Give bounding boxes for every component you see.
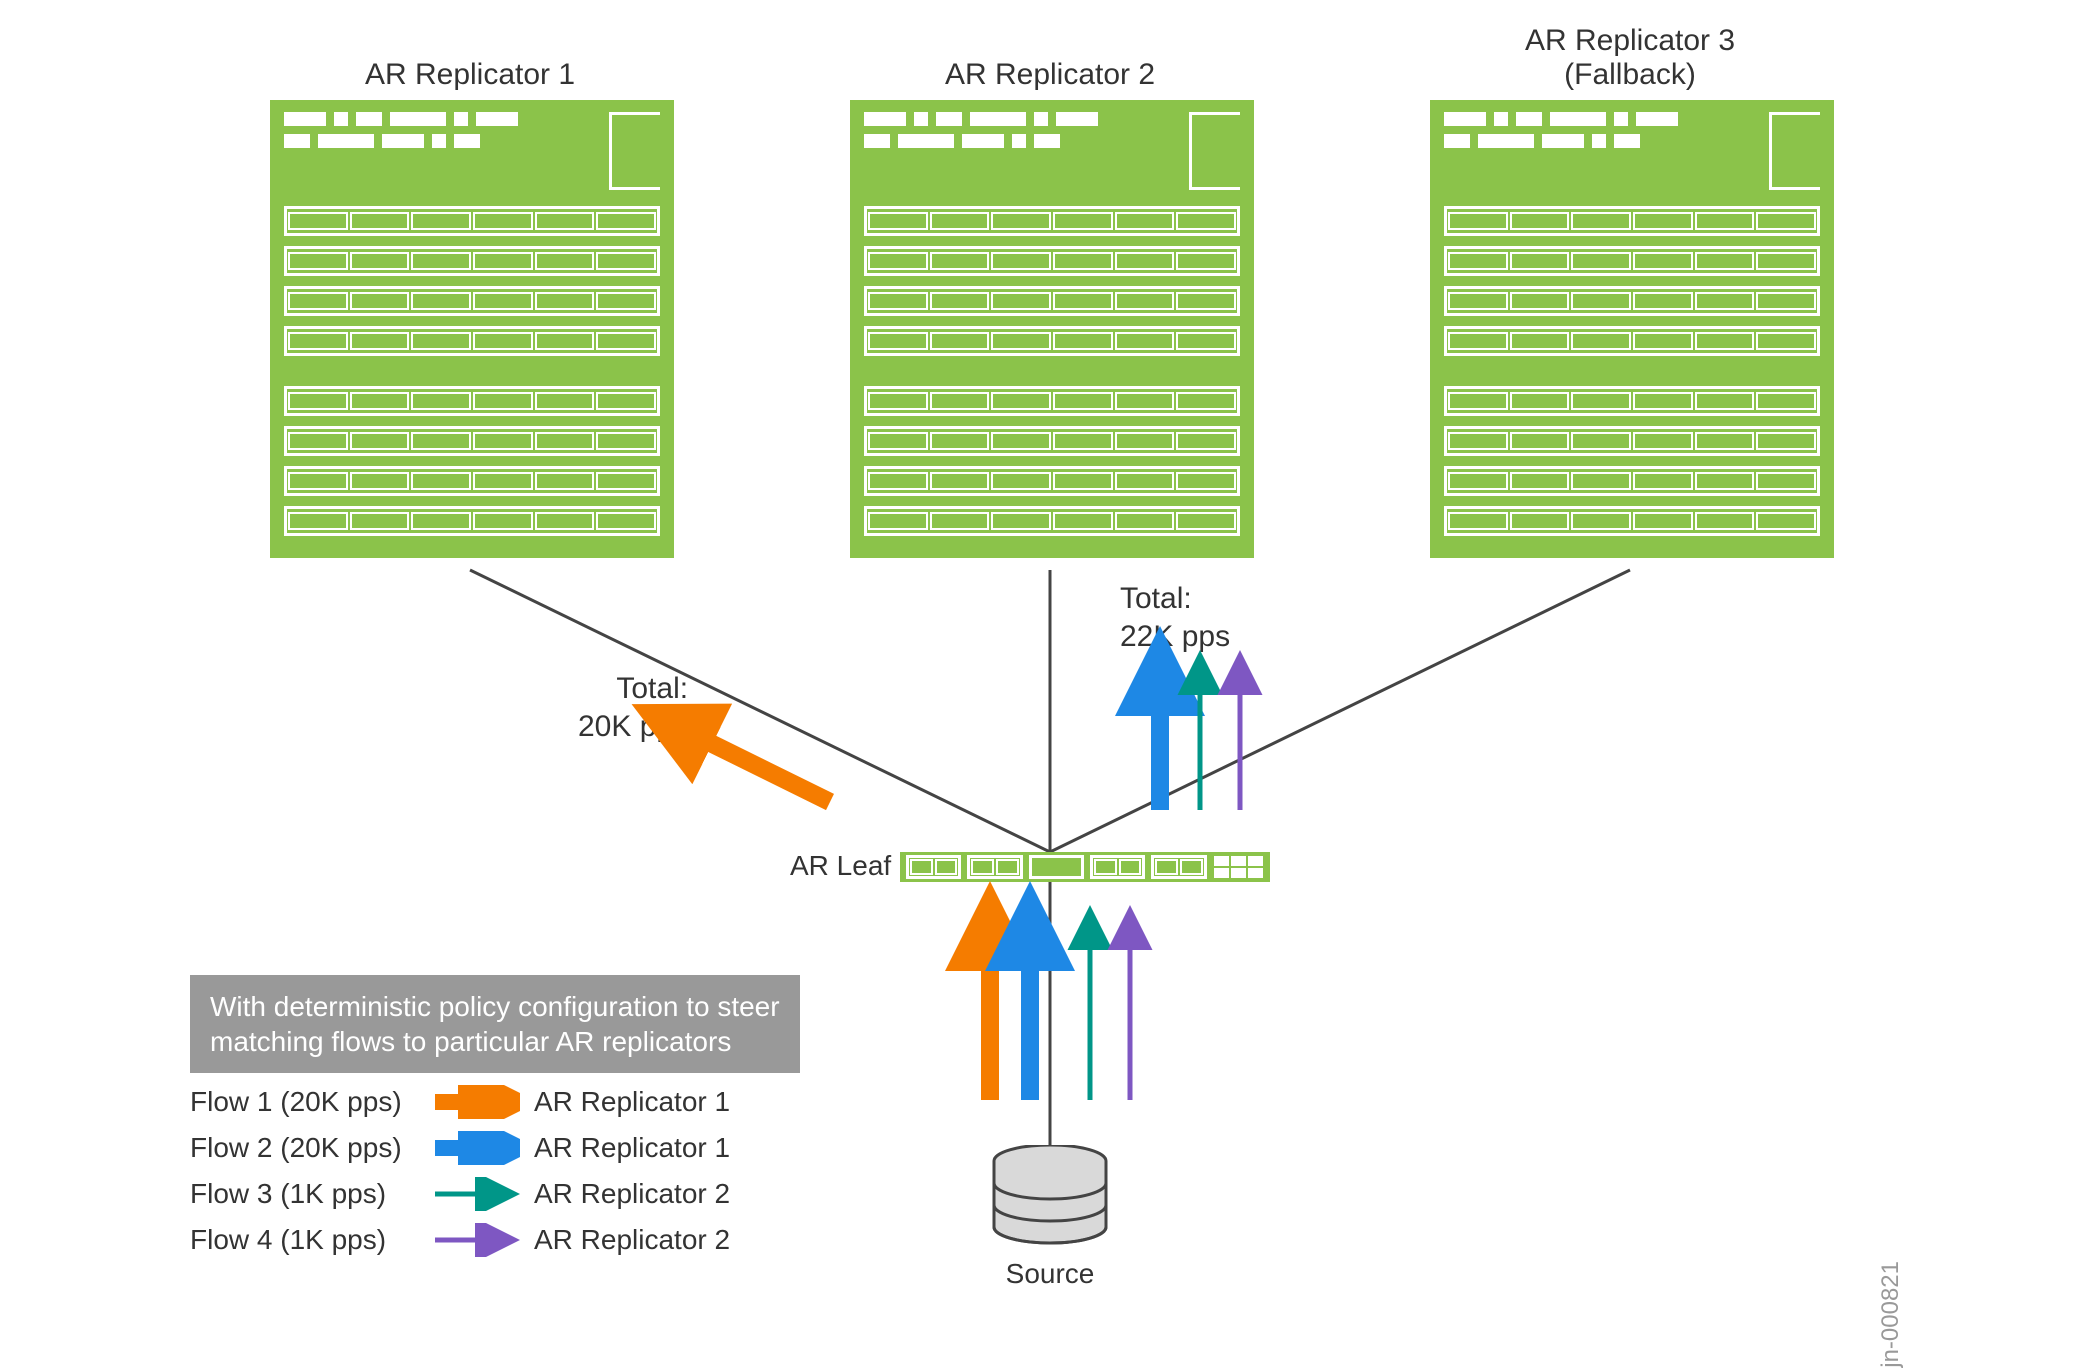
legend-flow-2: Flow 2 (20K pps) [190, 1132, 430, 1164]
leaf-label: AR Leaf [790, 850, 891, 882]
legend-row-3: Flow 3 (1K pps) AR Replicator 2 [190, 1177, 800, 1211]
total-1-label: Total: [616, 672, 688, 705]
source-label: Source [950, 1258, 1150, 1290]
legend-flow-4: Flow 4 (1K pps) [190, 1224, 430, 1256]
legend-arrow-1-icon [430, 1085, 520, 1119]
replicator-1-icon [270, 100, 674, 558]
legend-arrow-2-icon [430, 1131, 520, 1165]
legend-row-2: Flow 2 (20K pps) AR Replicator 1 [190, 1131, 800, 1165]
legend-row-4: Flow 4 (1K pps) AR Replicator 2 [190, 1223, 800, 1257]
replicator-2-label: AR Replicator 2 [850, 58, 1250, 92]
total-1-value: 20K pps [578, 710, 688, 743]
legend-title-line2: matching flows to particular AR replicat… [210, 1026, 731, 1057]
legend-box: With deterministic policy configuration … [190, 975, 800, 1257]
leaf-switch-icon [900, 852, 1270, 882]
legend-arrow-4-icon [430, 1223, 520, 1257]
legend-row-1: Flow 1 (20K pps) AR Replicator 1 [190, 1085, 800, 1119]
image-id-tag: jn-000821 [1877, 1261, 1905, 1368]
legend-dest-2: AR Replicator 1 [534, 1132, 730, 1164]
total-2-value: 22K pps [1120, 620, 1230, 653]
legend-dest-3: AR Replicator 2 [534, 1178, 730, 1210]
diagram-canvas: { "replicators": [ {"label": "AR Replica… [0, 0, 2100, 1351]
total-2-text: Total: 22K pps [1120, 580, 1230, 655]
replicator-3-label-line1: AR Replicator 3 [1430, 24, 1830, 58]
legend-flow-3: Flow 3 (1K pps) [190, 1178, 430, 1210]
legend-flow-1: Flow 1 (20K pps) [190, 1086, 430, 1118]
legend-title: With deterministic policy configuration … [190, 975, 800, 1073]
total-2-label: Total: [1120, 582, 1192, 615]
legend-dest-1: AR Replicator 1 [534, 1086, 730, 1118]
legend-dest-4: AR Replicator 2 [534, 1224, 730, 1256]
replicator-3-icon [1430, 100, 1834, 558]
replicator-3-label-line2: (Fallback) [1430, 58, 1830, 92]
replicator-1-label: AR Replicator 1 [270, 58, 670, 92]
source-db-icon [990, 1145, 1110, 1260]
replicator-2-icon [850, 100, 1254, 558]
legend-title-line1: With deterministic policy configuration … [210, 991, 780, 1022]
legend-arrow-3-icon [430, 1177, 520, 1211]
total-1-text: Total: 20K pps [578, 670, 688, 745]
